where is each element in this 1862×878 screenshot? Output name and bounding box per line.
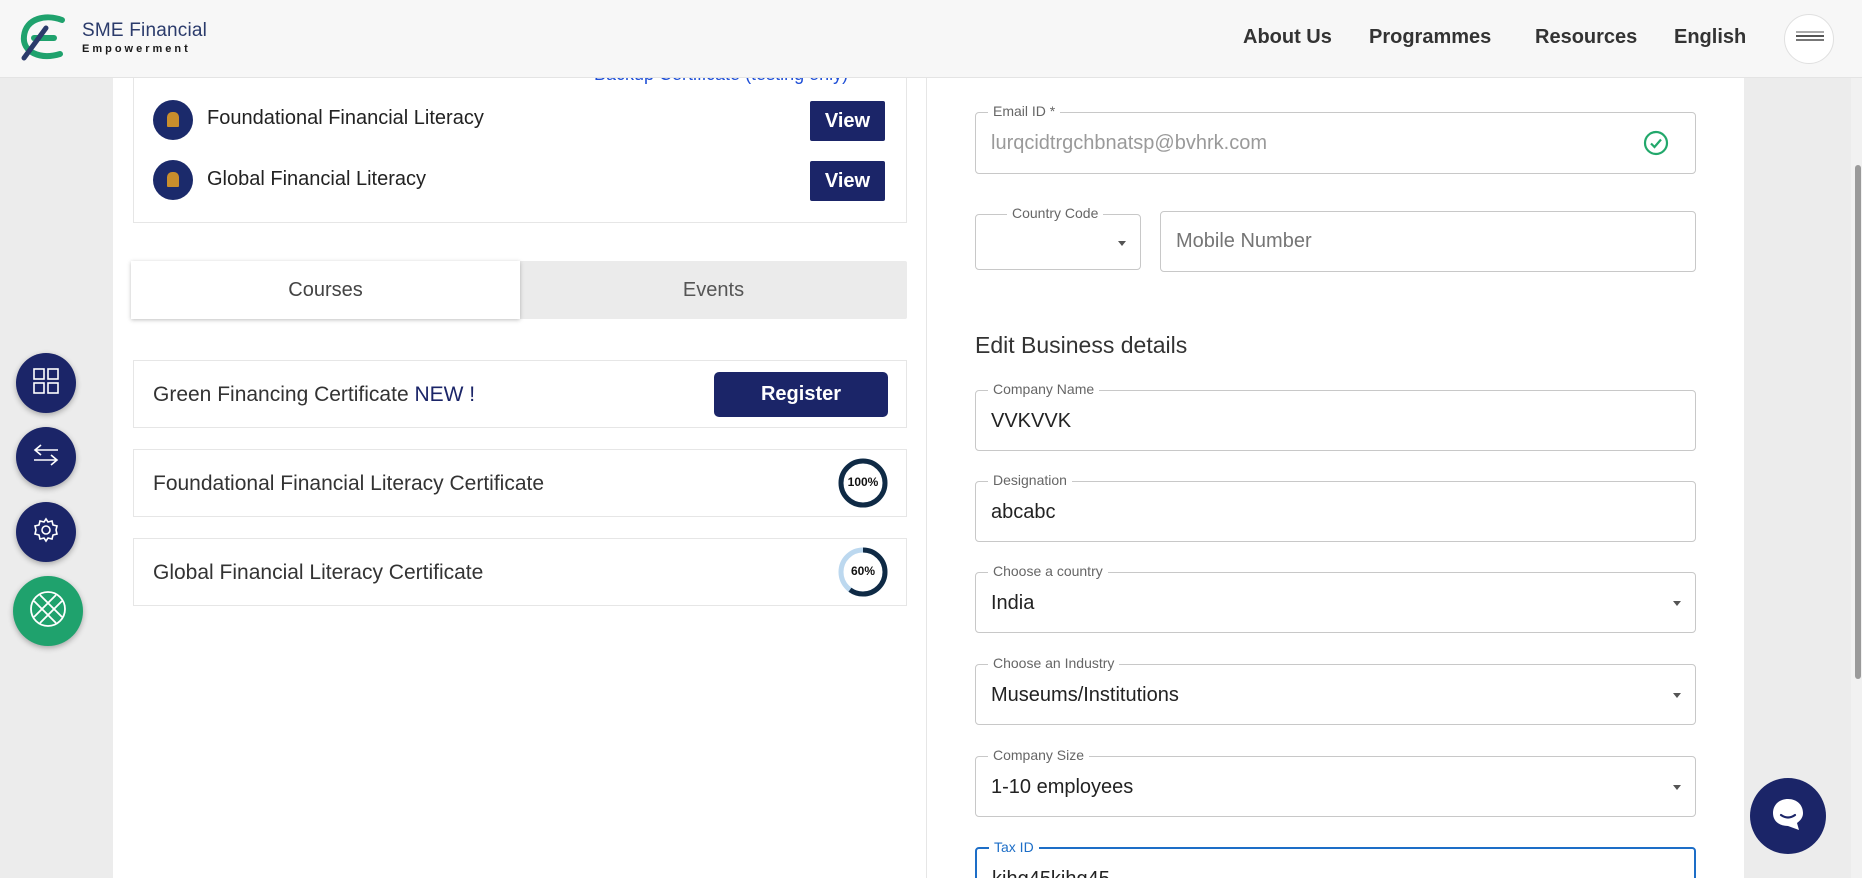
column-divider — [926, 78, 927, 878]
tab-events[interactable]: Events — [520, 261, 907, 319]
mobile-number-input[interactable]: Mobile Number — [1160, 211, 1696, 272]
nav-programmes[interactable]: Programmes — [1369, 26, 1491, 49]
tax-id-value: kjhg45kjhg45 — [992, 868, 1110, 878]
industry-label: Choose an Industry — [988, 654, 1120, 672]
country-value: India — [991, 592, 1035, 614]
tab-courses[interactable]: Courses — [131, 261, 520, 319]
course-row: Green Financing Certificate NEW ! Regist… — [133, 360, 907, 428]
country-select[interactable]: Choose a country India — [975, 562, 1696, 633]
switch-button[interactable] — [16, 427, 76, 487]
progress-label: 100% — [847, 475, 879, 489]
dashboard-button[interactable] — [16, 353, 76, 413]
settings-button[interactable] — [16, 502, 76, 562]
swap-arrows-icon — [31, 442, 61, 473]
chevron-down-icon — [1118, 241, 1126, 246]
designation-value: abcabc — [991, 501, 1056, 523]
progress-ring: 100% — [837, 457, 889, 509]
country-code-select[interactable]: Country Code — [975, 204, 1141, 270]
course-title: Foundational Financial Literacy Certific… — [153, 472, 545, 495]
company-size-value: 1-10 employees — [991, 776, 1134, 798]
view-certificate-button[interactable]: View — [810, 161, 885, 201]
avatar-image — [1796, 35, 1824, 37]
course-title: Global Financial Literacy Certificate — [153, 561, 484, 584]
industry-value: Museums/Institutions — [991, 684, 1179, 706]
designation-field[interactable]: Designation abcabc — [975, 471, 1696, 542]
course-title-text: Green Financing Certificate — [153, 383, 409, 406]
check-circle-icon — [1643, 130, 1669, 156]
brand-tagline: Empowerment — [82, 43, 191, 55]
company-name-label: Company Name — [988, 380, 1100, 398]
company-name-value: VVKVVK — [991, 410, 1072, 432]
company-name-field[interactable]: Company Name VVKVVK — [975, 380, 1696, 451]
tax-id-label: Tax ID — [989, 838, 1039, 856]
email-label: Email ID * — [988, 102, 1061, 120]
view-certificate-button[interactable]: View — [810, 101, 885, 141]
brand-logo-icon[interactable] — [16, 12, 72, 64]
company-size-label: Company Size — [988, 746, 1090, 764]
certificate-name: Foundational Financial Literacy — [207, 107, 484, 129]
nav-language[interactable]: English — [1674, 26, 1746, 49]
chat-button[interactable] — [1750, 778, 1826, 854]
grid-icon — [32, 367, 60, 400]
gear-icon — [32, 516, 60, 549]
country-code-label: Country Code — [1007, 204, 1104, 222]
scrollbar-thumb[interactable] — [1855, 165, 1861, 679]
tab-bar: Courses Events — [131, 261, 907, 319]
progress-label: 60% — [850, 564, 876, 578]
nav-about-us[interactable]: About Us — [1243, 26, 1332, 49]
course-row[interactable]: Foundational Financial Literacy Certific… — [133, 449, 907, 517]
progress-ring: 60% — [837, 546, 889, 598]
course-row[interactable]: Global Financial Literacy Certificate 60… — [133, 538, 907, 606]
brand-title: SME Financial — [82, 20, 208, 41]
company-size-select[interactable]: Company Size 1-10 employees — [975, 746, 1696, 817]
certificate-badge-icon — [153, 100, 193, 140]
explore-button[interactable] — [13, 576, 83, 646]
tax-id-input[interactable]: Tax ID kjhg45kjhg45 — [975, 838, 1696, 878]
industry-select[interactable]: Choose an Industry Museums/Institutions — [975, 654, 1696, 725]
nav-resources[interactable]: Resources — [1535, 26, 1637, 49]
globe-icon — [28, 589, 68, 634]
email-field[interactable]: Email ID * lurqcidtrgchbnatsp@bvhrk.com — [975, 102, 1696, 174]
new-badge: NEW ! — [414, 383, 476, 406]
chevron-down-icon — [1673, 693, 1681, 698]
country-label: Choose a country — [988, 562, 1108, 580]
chat-bubble-icon — [1769, 795, 1807, 838]
chevron-down-icon — [1673, 785, 1681, 790]
certificate-name: Global Financial Literacy — [207, 168, 426, 190]
register-button[interactable]: Register — [714, 372, 888, 417]
top-navigation-bar: SME Financial Empowerment About Us Progr… — [0, 0, 1862, 78]
brand-name[interactable]: SME Financial Empowerment — [82, 20, 207, 55]
chevron-down-icon — [1673, 601, 1681, 606]
course-title: Green Financing Certificate NEW ! — [153, 383, 475, 407]
certificate-badge-icon — [153, 160, 193, 200]
mobile-placeholder: Mobile Number — [1176, 230, 1312, 252]
email-value: lurqcidtrgchbnatsp@bvhrk.com — [991, 132, 1267, 154]
avatar[interactable] — [1784, 14, 1834, 64]
business-details-heading: Edit Business details — [975, 332, 1188, 358]
designation-label: Designation — [988, 471, 1072, 489]
